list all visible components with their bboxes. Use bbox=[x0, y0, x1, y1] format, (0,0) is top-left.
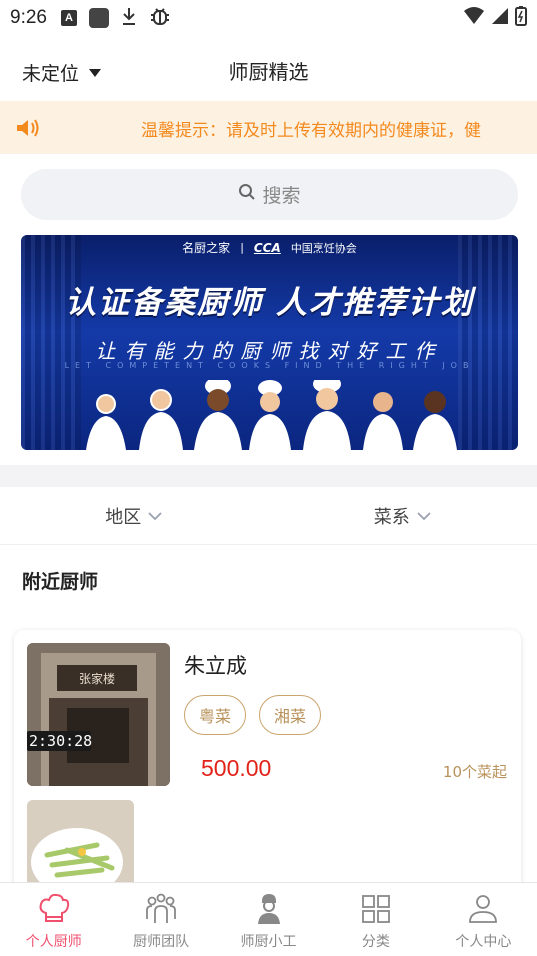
nav-label: 分类 bbox=[361, 934, 390, 950]
banner-logo-left: 名厨之家 bbox=[182, 241, 231, 255]
grid-icon bbox=[362, 895, 390, 923]
filter-bar: 地区 菜系 bbox=[0, 487, 537, 545]
speaker-icon bbox=[16, 118, 40, 142]
header: 师厨精选 未定位 bbox=[0, 42, 537, 98]
status-time: 9:26 bbox=[10, 7, 47, 28]
bottom-nav: 个人厨师 厨师团队 师厨小工 分类 个人中心 bbox=[0, 882, 537, 956]
location-label: 未定位 bbox=[22, 63, 80, 85]
filter-cuisine[interactable]: 菜系 bbox=[269, 487, 537, 544]
caret-down-icon bbox=[89, 68, 102, 77]
notice-bar[interactable]: 温馨提示：请及时上传有效期内的健康证，健 bbox=[0, 101, 537, 154]
user-icon bbox=[469, 895, 498, 923]
chevron-down-icon bbox=[416, 505, 432, 526]
nav-category[interactable]: 分类 bbox=[322, 883, 429, 956]
thumb-sign: 张家楼 bbox=[79, 671, 115, 686]
download-icon bbox=[121, 6, 137, 31]
chef-hat-icon bbox=[39, 893, 69, 922]
banner-subtitle: 让有能力的厨师找对好工作 bbox=[95, 339, 444, 363]
nav-helper[interactable]: 师厨小工 bbox=[215, 883, 322, 956]
banner-logo-right: 中国烹饪协会 bbox=[290, 241, 357, 255]
nav-profile[interactable]: 个人中心 bbox=[430, 883, 537, 956]
cuisine-tag: 湘菜 bbox=[259, 695, 322, 735]
section-divider bbox=[0, 465, 537, 487]
chef-card[interactable]: 2:30:28 张家楼 朱立成 粤菜 湘菜 500.00 10个菜起 bbox=[14, 630, 521, 900]
search-bar[interactable]: 搜索 bbox=[21, 169, 518, 220]
cuisine-tag: 粤菜 bbox=[184, 695, 247, 735]
nav-personal-chef[interactable]: 个人厨师 bbox=[0, 883, 107, 956]
nav-label: 个人中心 bbox=[455, 934, 512, 950]
banner-title: 认证备案厨师 人才推荐计划 bbox=[65, 285, 474, 321]
notice-text: 温馨提示：请及时上传有效期内的健康证，健 bbox=[141, 121, 481, 141]
min-dishes: 10个菜起 bbox=[442, 763, 507, 781]
filter-region[interactable]: 地区 bbox=[0, 487, 269, 544]
nav-label: 个人厨师 bbox=[25, 934, 82, 950]
chevron-down-icon bbox=[147, 505, 163, 526]
search-placeholder: 搜索 bbox=[262, 185, 301, 207]
chefs-illustration bbox=[86, 380, 457, 450]
worker-icon bbox=[257, 894, 280, 924]
nav-label: 厨师团队 bbox=[133, 934, 190, 950]
section-title-nearby: 附近厨师 bbox=[22, 571, 99, 593]
banner-subtitle-en: LET COMPETENT COOKS FIND THE RIGHT JOB bbox=[64, 361, 475, 370]
notification-a-icon: A bbox=[60, 10, 77, 26]
banner-logos: 名厨之家 | CCA 中国烹饪协会 bbox=[21, 239, 518, 256]
signal-icon bbox=[491, 7, 509, 30]
filter-region-label: 地区 bbox=[105, 506, 142, 528]
filter-cuisine-label: 菜系 bbox=[373, 506, 410, 528]
thumb-clock: 2:30:28 bbox=[29, 732, 92, 750]
notification-square-icon bbox=[88, 8, 109, 28]
team-icon bbox=[146, 893, 177, 923]
cuisine-tags: 粤菜 湘菜 bbox=[184, 695, 322, 735]
status-bar: 9:26 A bbox=[0, 0, 537, 36]
chef-thumbnail[interactable]: 2:30:28 张家楼 bbox=[27, 643, 170, 786]
nav-chef-team[interactable]: 厨师团队 bbox=[107, 883, 214, 956]
nav-label: 师厨小工 bbox=[240, 934, 297, 950]
banner-logo-mid: CCA bbox=[253, 240, 281, 255]
search-icon bbox=[238, 183, 256, 206]
wifi-icon bbox=[463, 6, 485, 30]
battery-icon bbox=[515, 5, 527, 31]
location-selector[interactable]: 未定位 bbox=[22, 59, 102, 86]
chef-price: 500.00 bbox=[201, 755, 272, 781]
bug-icon bbox=[149, 5, 171, 32]
chef-name: 朱立成 bbox=[184, 654, 247, 678]
promo-banner[interactable]: 名厨之家 | CCA 中国烹饪协会 认证备案厨师 人才推荐计划 让有能力的厨师找… bbox=[21, 235, 518, 450]
banner-logo-divider: | bbox=[240, 241, 244, 254]
